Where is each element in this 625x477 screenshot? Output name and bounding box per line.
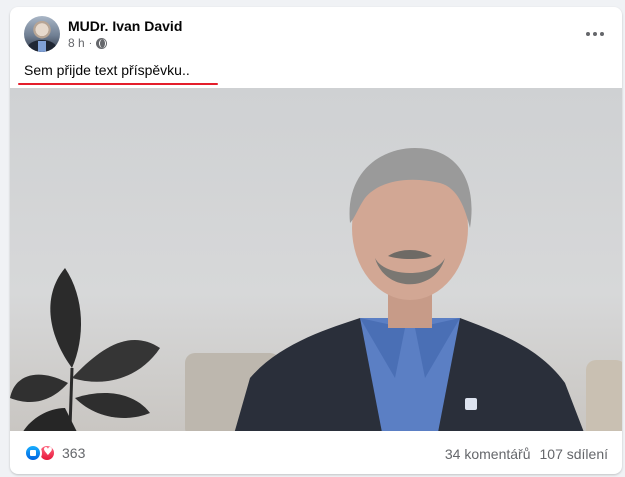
post-footer: 363 34 komentářů 107 sdílení <box>10 431 622 474</box>
speaker-figure <box>234 148 584 431</box>
plant-decoration <box>10 268 160 431</box>
author-name[interactable]: MUDr. Ivan David <box>68 18 182 34</box>
post-card: MUDr. Ivan David 8 h · Sem přijde text p… <box>10 7 622 474</box>
more-options-button[interactable] <box>582 21 608 47</box>
more-dot <box>586 32 590 36</box>
post-text: Sem přijde text příspěvku.. <box>24 62 190 78</box>
post-meta: 8 h · <box>68 36 108 50</box>
post-video-thumbnail[interactable] <box>10 88 622 431</box>
reactions-summary[interactable]: 363 <box>24 444 85 462</box>
post-stats: 34 komentářů 107 sdílení <box>445 446 608 462</box>
post-time[interactable]: 8 h <box>68 36 85 50</box>
shares-count[interactable]: 107 sdílení <box>540 446 609 462</box>
author-avatar[interactable] <box>24 16 60 52</box>
more-dot <box>600 32 604 36</box>
reaction-count: 363 <box>62 445 86 461</box>
more-dot <box>593 32 597 36</box>
avatar-shirt <box>38 41 46 52</box>
comments-count[interactable]: 34 komentářů <box>445 446 531 462</box>
meta-separator: · <box>88 37 93 49</box>
text-underline <box>18 83 218 85</box>
globe-icon[interactable] <box>96 37 108 49</box>
post-header: MUDr. Ivan David 8 h · <box>10 7 622 62</box>
like-icon <box>24 444 42 462</box>
